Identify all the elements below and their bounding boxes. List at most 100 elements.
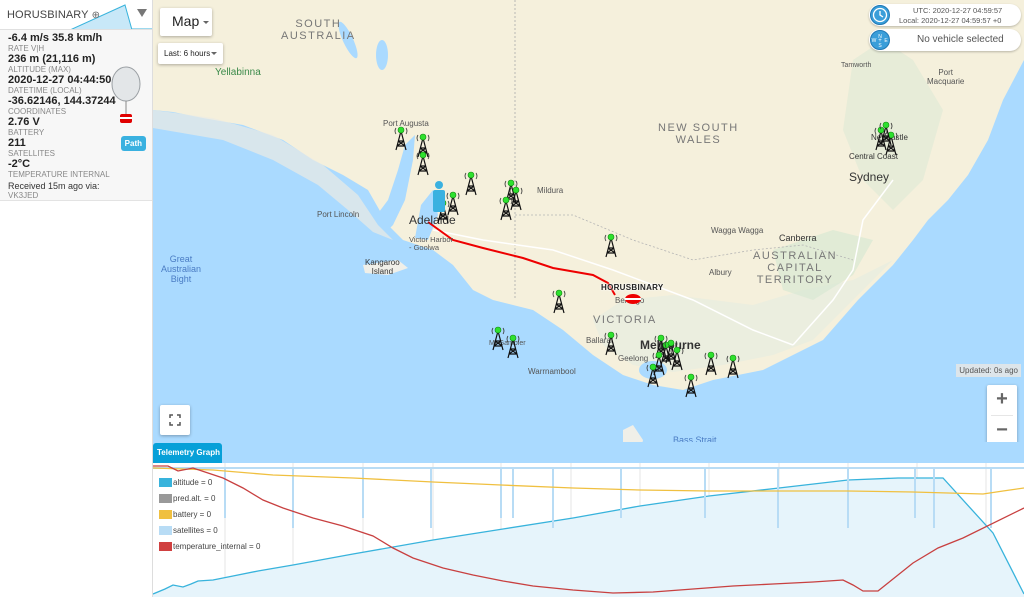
radio-tower-icon[interactable] bbox=[463, 170, 479, 196]
legend-label: battery = 0 bbox=[173, 509, 212, 519]
radio-tower-icon[interactable] bbox=[603, 330, 619, 356]
legend-swatch bbox=[159, 509, 172, 519]
received-text: Received 15m ago via: bbox=[8, 181, 100, 191]
radio-tower-icon[interactable] bbox=[603, 232, 619, 258]
map-view[interactable]: SOUTH AUSTRALIA NEW SOUTH WALES VICTORIA… bbox=[153, 0, 1024, 463]
receiver-callsign: VK3JED bbox=[8, 191, 39, 200]
map-type-label: Map bbox=[172, 13, 200, 29]
radio-tower-icon[interactable] bbox=[508, 185, 524, 211]
svg-text:+: + bbox=[878, 38, 882, 44]
vehicle-name-text: HORUSBINARY bbox=[7, 9, 89, 21]
map-label-wagga: Wagga Wagga bbox=[711, 226, 764, 235]
radio-tower-icon[interactable] bbox=[490, 325, 506, 351]
svg-text:E: E bbox=[884, 38, 888, 44]
vehicle-name: HORUSBINARY ⊕ bbox=[7, 9, 100, 21]
clock-box: UTC: 2020-12-27 04:59:57 Local: 2020-12-… bbox=[869, 4, 1021, 26]
label-text: VICTORIA bbox=[593, 314, 657, 326]
zoom-in-button[interactable]: + bbox=[987, 385, 1017, 415]
map-type-dropdown[interactable]: Map bbox=[160, 8, 212, 36]
field-value: -2°C bbox=[8, 158, 31, 170]
vehicle-status-text: No vehicle selected bbox=[917, 34, 1004, 45]
time-period-label: Last: 6 hours bbox=[164, 49, 211, 58]
vehicle-details: -6.4 m/s 35.8 km/h RATE V|H 236 m (21,116 … bbox=[0, 30, 152, 201]
legend-label: temperature_internal = 0 bbox=[173, 541, 261, 551]
map-label-act: AUSTRALIAN CAPITAL TERRITORY bbox=[753, 250, 837, 286]
map-label-warrnambool: Warrnambool bbox=[528, 367, 576, 376]
vehicle-marker-label[interactable]: HORUSBINARY bbox=[601, 283, 664, 292]
compass-icon: N S W E + bbox=[870, 30, 890, 50]
map-label-albury: Albury bbox=[709, 268, 732, 277]
map-label-great-australian-bight: Great Australian Bight bbox=[161, 254, 202, 284]
radio-tower-icon[interactable] bbox=[645, 362, 661, 388]
legend-swatch bbox=[159, 541, 172, 551]
legend-swatch bbox=[159, 493, 172, 503]
telemetry-panel: Telemetry Graph altitude = 0 pred.alt. = … bbox=[153, 442, 1024, 597]
clock-icon bbox=[870, 5, 890, 25]
vehicle-header[interactable]: HORUSBINARY ⊕ bbox=[0, 0, 152, 30]
telemetry-graph[interactable] bbox=[153, 463, 1024, 597]
balloon-icon bbox=[111, 66, 141, 123]
map-label-canberra: Canberra bbox=[779, 233, 817, 243]
vehicle-status-box[interactable]: N S W E + No vehicle selected bbox=[869, 29, 1021, 51]
field-label: RATE V|H bbox=[8, 44, 45, 53]
label-text: SOUTH AUSTRALIA bbox=[281, 18, 356, 42]
radio-tower-icon[interactable] bbox=[551, 288, 567, 314]
map-label-sydney: Sydney bbox=[849, 170, 890, 184]
map-canvas bbox=[153, 0, 1024, 463]
caret-down-icon bbox=[203, 20, 210, 24]
map-label-tamworth: Tamworth bbox=[841, 62, 872, 69]
legend-swatch bbox=[159, 525, 172, 535]
radio-tower-icon[interactable] bbox=[878, 120, 894, 146]
legend-item[interactable]: battery = 0 bbox=[159, 506, 260, 522]
legend-swatch bbox=[159, 477, 172, 487]
map-label-south-australia: SOUTH AUSTRALIA bbox=[281, 18, 356, 42]
telemetry-graph-tab[interactable]: Telemetry Graph bbox=[153, 443, 222, 463]
legend-label: satellites = 0 bbox=[173, 525, 218, 535]
legend-item[interactable]: altitude = 0 bbox=[159, 474, 260, 490]
payload-marker-icon[interactable] bbox=[623, 292, 643, 306]
map-label-kangaroo-island: Kangaroo Island bbox=[365, 258, 400, 276]
radio-tower-icon[interactable] bbox=[669, 345, 685, 371]
graph-legend: altitude = 0 pred.alt. = 0 battery = 0 sate… bbox=[159, 474, 260, 554]
zoom-control: + − bbox=[987, 385, 1017, 445]
radio-tower-icon[interactable] bbox=[505, 333, 521, 359]
legend-item[interactable]: pred.alt. = 0 bbox=[159, 490, 260, 506]
chevron-down-icon[interactable] bbox=[137, 9, 147, 17]
chase-car-marker[interactable] bbox=[431, 180, 447, 220]
map-label-victoria: VICTORIA bbox=[593, 314, 657, 326]
path-button[interactable]: Path bbox=[120, 136, 146, 151]
radio-tower-icon[interactable] bbox=[683, 372, 699, 398]
caret-down-icon bbox=[211, 52, 218, 56]
radio-tower-icon[interactable] bbox=[725, 353, 741, 379]
fullscreen-icon bbox=[169, 414, 181, 426]
telemetry-tab-strip bbox=[153, 442, 1024, 463]
label-text: AUSTRALIAN CAPITAL TERRITORY bbox=[753, 250, 838, 286]
utc-time: UTC: 2020-12-27 04:59:57 bbox=[913, 6, 1003, 15]
radio-tower-icon[interactable] bbox=[393, 125, 409, 151]
app-root: HORUSBINARY ⊕ -6.4 m/s 35.8 km/h RATE V|H 2… bbox=[0, 0, 1024, 597]
map-label-mildura: Mildura bbox=[537, 186, 564, 195]
legend-item[interactable]: satellites = 0 bbox=[159, 522, 260, 538]
vehicle-panel: HORUSBINARY ⊕ -6.4 m/s 35.8 km/h RATE V|H 2… bbox=[0, 0, 153, 597]
map-label-victor-harbor: Victor Harbor - Goolwa bbox=[409, 235, 454, 252]
legend-label: pred.alt. = 0 bbox=[173, 493, 216, 503]
map-label-yellabinna: Yellabinna bbox=[215, 67, 261, 78]
svg-text:W: W bbox=[872, 38, 877, 44]
time-period-dropdown[interactable]: Last: 6 hours bbox=[158, 43, 223, 64]
crosshair-icon[interactable]: ⊕ bbox=[92, 10, 100, 21]
local-time: Local: 2020-12-27 04:59:57 +0 bbox=[899, 16, 1002, 25]
radio-tower-icon[interactable] bbox=[703, 350, 719, 376]
legend-label: altitude = 0 bbox=[173, 477, 213, 487]
field-label: TEMPERATURE INTERNAL bbox=[8, 170, 110, 179]
field-value: -6.4 m/s 35.8 km/h bbox=[8, 32, 103, 44]
legend-item[interactable]: temperature_internal = 0 bbox=[159, 538, 260, 554]
map-label-port-macquarie: Port Macquarie bbox=[927, 68, 965, 86]
radio-tower-icon[interactable] bbox=[415, 150, 431, 176]
label-text: NEW SOUTH WALES bbox=[658, 122, 739, 146]
field-value: 236 m (21,116 m) bbox=[8, 53, 96, 65]
map-label-geelong: Geelong bbox=[618, 354, 649, 363]
map-label-port-lincoln: Port Lincoln bbox=[317, 210, 360, 219]
map-label-nsw: NEW SOUTH WALES bbox=[658, 122, 739, 146]
fullscreen-button[interactable] bbox=[160, 405, 190, 435]
updated-status: Updated: 0s ago bbox=[956, 364, 1021, 377]
